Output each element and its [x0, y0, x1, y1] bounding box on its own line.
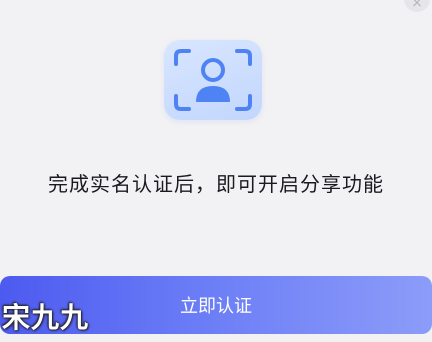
close-icon: ×: [411, 0, 423, 11]
verification-dialog: × 完成实名认证后，即可开启分享功能 立即认证 宋九九: [0, 0, 432, 342]
person-scan-icon: [174, 49, 252, 111]
verification-message: 完成实名认证后，即可开启分享功能: [48, 172, 384, 196]
watermark: 宋九九: [2, 301, 90, 334]
close-button[interactable]: ×: [404, 0, 430, 12]
identity-icon-tile: [164, 40, 262, 120]
